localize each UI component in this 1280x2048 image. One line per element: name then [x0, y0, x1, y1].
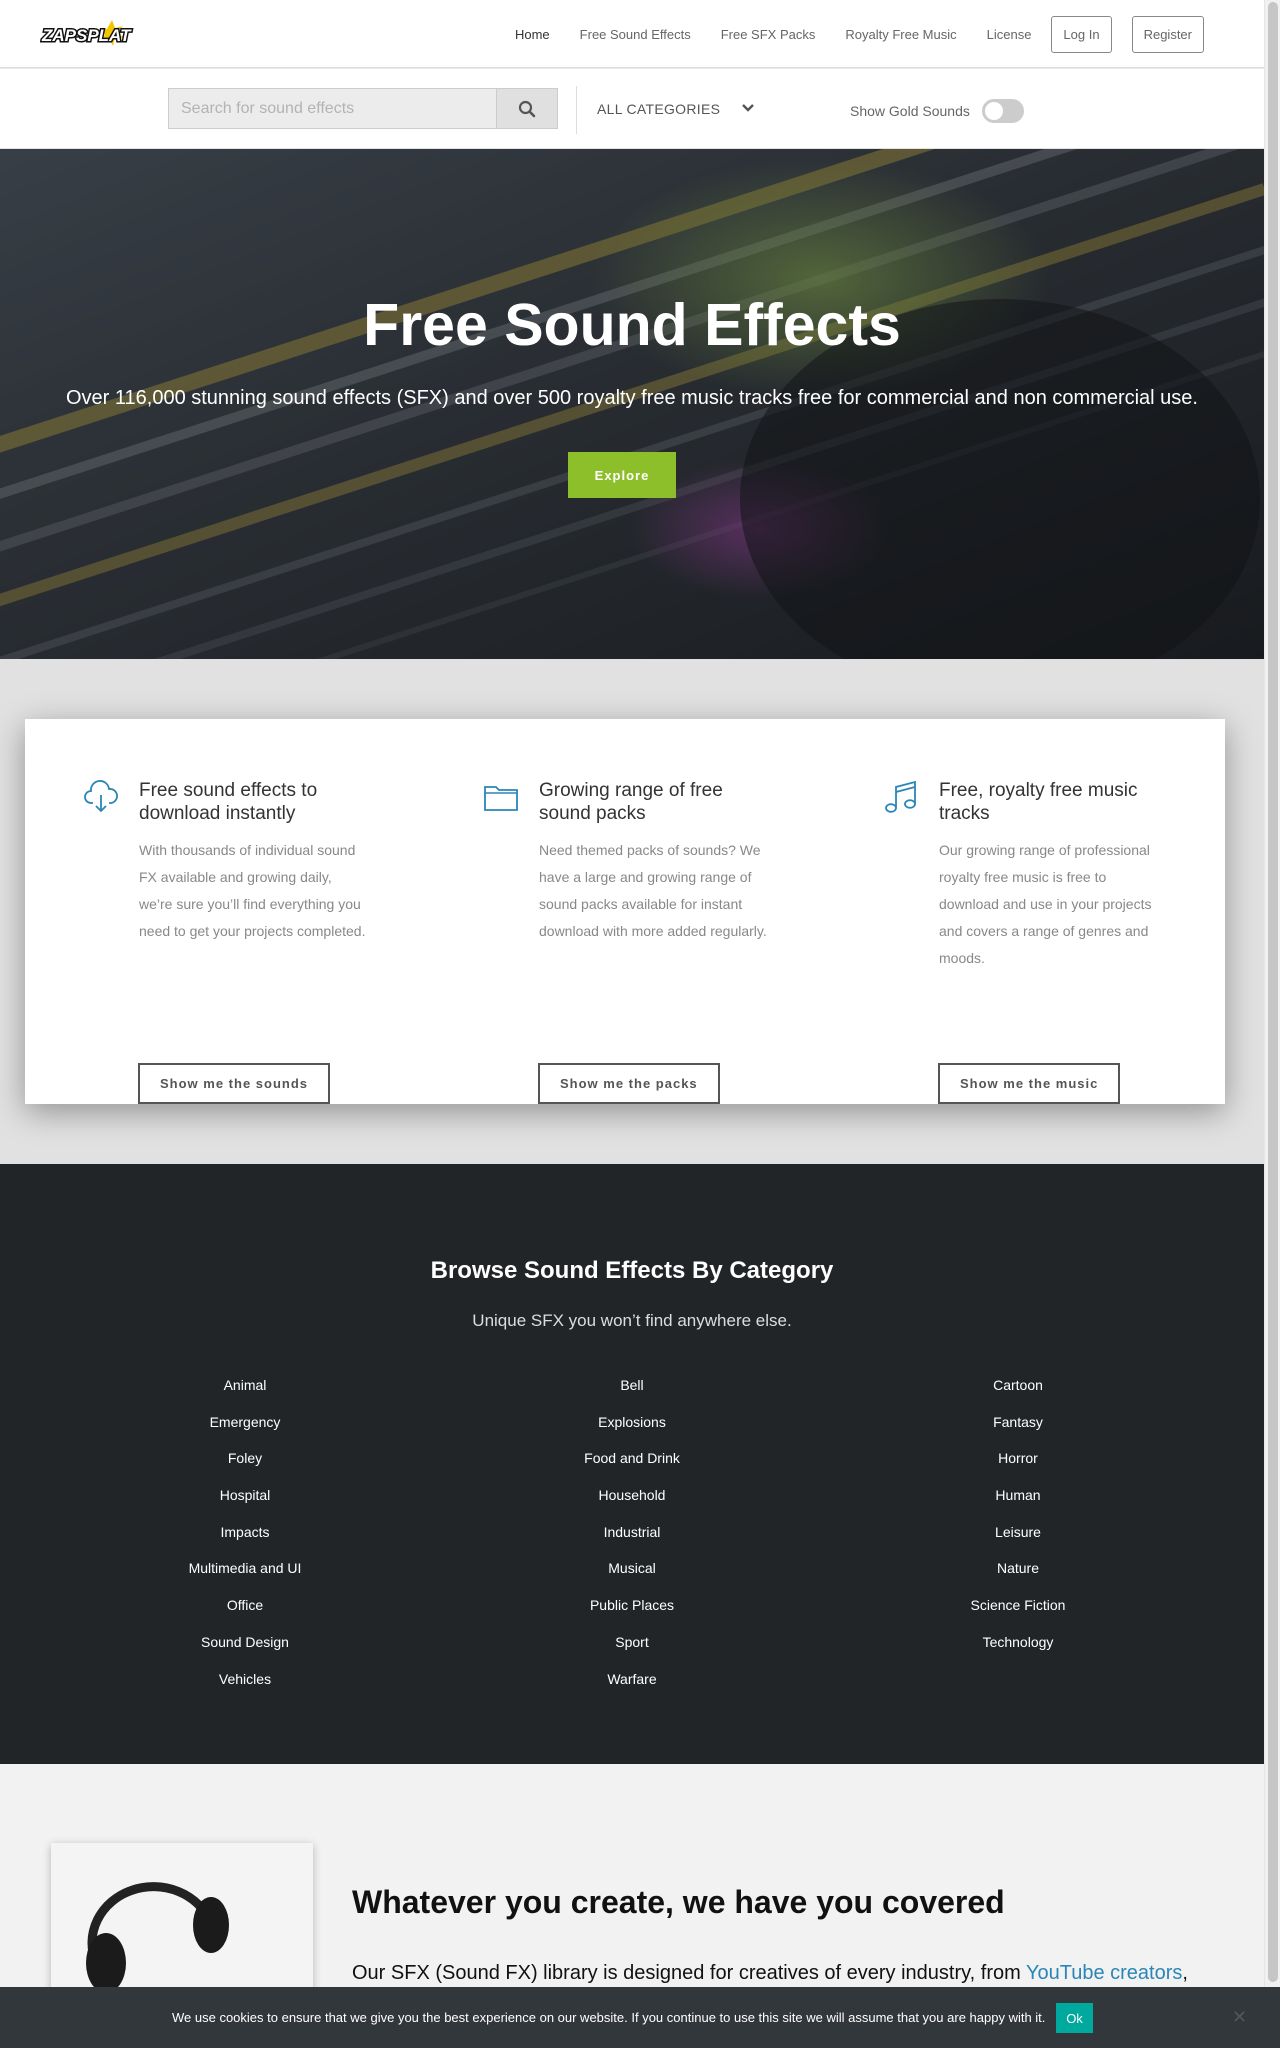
nav-free-sound-effects[interactable]: Free Sound Effects [580, 27, 691, 42]
category-link[interactable]: Science Fiction [868, 1595, 1168, 1632]
nav-home[interactable]: Home [515, 27, 550, 42]
cookie-ok-button[interactable]: Ok [1056, 2003, 1093, 2033]
category-link[interactable]: Technology [868, 1632, 1168, 1669]
category-link[interactable]: Musical [482, 1558, 782, 1595]
hero-subtitle: Over 116,000 stunning sound effects (SFX… [65, 387, 1198, 409]
feature-description: Our growing range of professional royalt… [939, 842, 1152, 966]
category-link[interactable]: Impacts [95, 1522, 395, 1559]
show-sounds-button[interactable]: Show me the sounds [138, 1063, 331, 1104]
category-link[interactable]: Sport [482, 1632, 782, 1669]
gold-sounds-toggle[interactable] [981, 99, 1024, 123]
category-link[interactable]: Hospital [95, 1485, 395, 1522]
search-input[interactable] [168, 88, 496, 129]
category-link[interactable]: Fantasy [868, 1412, 1168, 1449]
browse-categories-section: Browse Sound Effects By Category Unique … [0, 1164, 1264, 1764]
site-header: ZAPSPLAT Home Free Sound Effects Free SF… [0, 0, 1264, 68]
covered-text-prefix: Our SFX (Sound FX) library is designed f… [352, 1962, 1026, 1984]
browse-subtitle: Unique SFX you won’t find anywhere else. [472, 1311, 792, 1330]
show-packs-button[interactable]: Show me the packs [538, 1063, 720, 1104]
scrollbar-thumb[interactable] [1268, 2, 1278, 1982]
category-link[interactable]: Cartoon [868, 1375, 1168, 1412]
login-button[interactable]: Log In [1051, 15, 1112, 53]
feature-description: Need themed packs of sounds? We have a l… [539, 842, 767, 939]
category-link[interactable]: Multimedia and UI [95, 1558, 395, 1595]
feature-title: Free sound effects to download instantly [139, 780, 318, 824]
category-link[interactable]: Public Places [482, 1595, 782, 1632]
category-link[interactable]: Industrial [482, 1522, 782, 1559]
category-link[interactable]: Nature [868, 1558, 1168, 1595]
browse-title: Browse Sound Effects By Category [430, 1257, 834, 1284]
category-link[interactable]: Emergency [95, 1412, 395, 1449]
scrollbar[interactable] [1264, 0, 1280, 1987]
covered-text: Our SFX (Sound FX) library is designed f… [352, 1962, 1188, 1985]
cookie-message: We use cookies to ensure that we give yo… [172, 2010, 1046, 2025]
category-link[interactable]: Warfare [482, 1669, 782, 1706]
category-link[interactable]: Household [482, 1485, 782, 1522]
explore-button[interactable]: Explore [568, 452, 676, 498]
feature-title: Growing range of free sound packs [539, 780, 723, 824]
gold-sounds-toggle-wrap: Show Gold Sounds [850, 99, 1024, 123]
main-nav: Home Free Sound Effects Free SFX Packs R… [485, 15, 1204, 53]
hero-banner: Free Sound Effects Over 116,000 stunning… [0, 149, 1264, 659]
cloud-download-icon [84, 780, 118, 813]
youtube-creators-link[interactable]: YouTube creators [1026, 1962, 1182, 1984]
register-button[interactable]: Register [1131, 15, 1204, 53]
zapsplat-logo[interactable]: ZAPSPLAT [40, 18, 140, 50]
category-link[interactable]: Food and Drink [482, 1448, 782, 1485]
search-bar: ALL CATEGORIES Show Gold Sounds [0, 69, 1264, 149]
category-link[interactable]: Horror [868, 1448, 1168, 1485]
feature-title: Free, royalty free music tracks [939, 780, 1138, 824]
category-link[interactable]: Vehicles [95, 1669, 395, 1706]
covered-title: Whatever you create, we have you covered [352, 1884, 1005, 1920]
category-link[interactable]: Human [868, 1485, 1168, 1522]
category-link[interactable]: Bell [482, 1375, 782, 1412]
svg-text:ZAPSPLAT: ZAPSPLAT [41, 26, 132, 45]
nav-royalty-free-music[interactable]: Royalty Free Music [845, 27, 956, 42]
nav-free-sfx-packs[interactable]: Free SFX Packs [721, 27, 816, 42]
search-button[interactable] [496, 88, 558, 129]
category-link[interactable]: Animal [95, 1375, 395, 1412]
category-select[interactable]: ALL CATEGORIES [597, 88, 767, 129]
category-column: Cartoon Fantasy Horror Human Leisure Nat… [868, 1375, 1168, 1669]
category-link[interactable]: Leisure [868, 1522, 1168, 1559]
divider [576, 86, 577, 134]
toggle-knob [984, 102, 1003, 120]
close-icon[interactable]: ✕ [1232, 2007, 1247, 2028]
category-column: Animal Emergency Foley Hospital Impacts … [95, 1375, 395, 1705]
folder-icon [484, 786, 518, 811]
search-icon [518, 100, 536, 117]
gold-sounds-label: Show Gold Sounds [850, 103, 970, 119]
features-card: Free sound effects to download instantly… [25, 719, 1225, 1104]
chevron-down-icon [742, 104, 754, 112]
category-link[interactable]: Office [95, 1595, 395, 1632]
hero-title: Free Sound Effects [363, 292, 901, 358]
show-music-button[interactable]: Show me the music [938, 1063, 1121, 1104]
category-link[interactable]: Foley [95, 1448, 395, 1485]
nav-license[interactable]: License [987, 27, 1032, 42]
category-column: Bell Explosions Food and Drink Household… [482, 1375, 782, 1705]
covered-text-suffix: , [1182, 1962, 1188, 1984]
category-link[interactable]: Sound Design [95, 1632, 395, 1669]
feature-description: With thousands of individual sound FX av… [139, 842, 366, 939]
category-link[interactable]: Explosions [482, 1412, 782, 1449]
category-select-value: ALL CATEGORIES [597, 100, 721, 117]
music-note-icon [885, 780, 916, 813]
cookie-notice: We use cookies to ensure that we give yo… [0, 1987, 1280, 2048]
